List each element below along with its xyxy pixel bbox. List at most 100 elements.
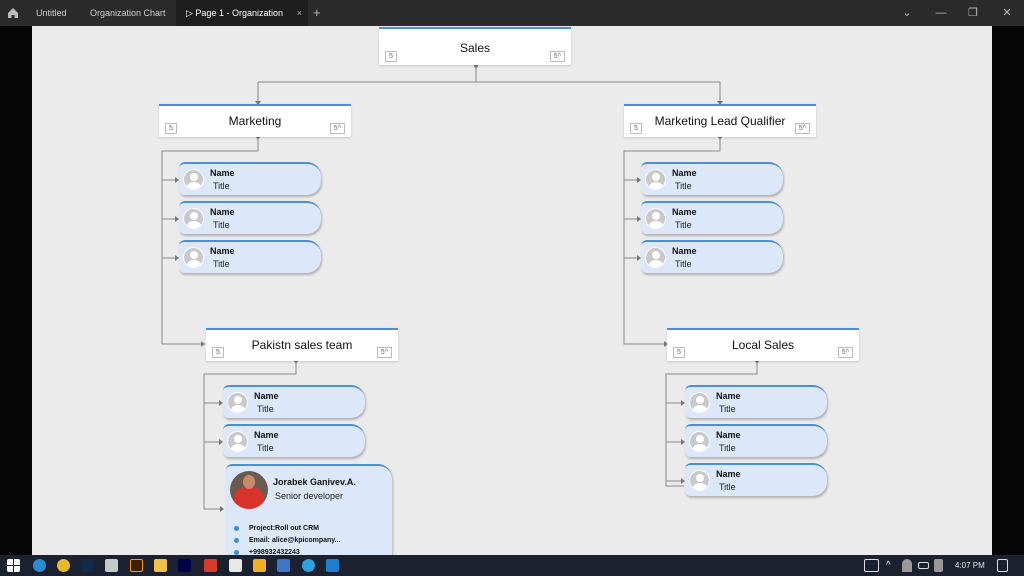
avatar-icon bbox=[227, 392, 248, 413]
featured-employee-card[interactable]: Jorabek Ganivev.A. Senior developer Proj… bbox=[226, 464, 392, 555]
new-tab-button[interactable]: + bbox=[313, 0, 321, 26]
employee-card[interactable]: Name Title bbox=[223, 385, 365, 418]
employee-name: Jorabek Ganivev.A. bbox=[273, 477, 356, 487]
collapse-count-button[interactable]: 5^ bbox=[376, 347, 392, 358]
illustrator-icon[interactable] bbox=[130, 559, 143, 572]
org-chart-canvas[interactable]: Sales 5 5^ Marketing 5 5^ Marketing Lead… bbox=[32, 26, 992, 555]
minimize-button[interactable]: — bbox=[924, 0, 958, 26]
employee-card[interactable]: Name Title bbox=[223, 424, 365, 457]
play-icon: ▷ bbox=[186, 8, 196, 18]
keyboard-icon[interactable] bbox=[864, 559, 879, 572]
employee-card[interactable]: Name Title bbox=[641, 162, 783, 195]
employee-title: Title bbox=[675, 220, 692, 230]
folder-icon[interactable] bbox=[154, 559, 167, 572]
close-tab-icon[interactable]: × bbox=[297, 0, 302, 26]
right-margin bbox=[992, 26, 1024, 555]
app2-icon[interactable] bbox=[229, 559, 242, 572]
detail-project: Project:Roll out CRM bbox=[232, 523, 341, 535]
employee-title: Title bbox=[257, 404, 274, 414]
employee-name: Name bbox=[254, 430, 279, 440]
employee-name: Name bbox=[716, 430, 741, 440]
employee-name: Name bbox=[210, 246, 235, 256]
avatar-icon bbox=[689, 431, 710, 452]
employee-card[interactable]: Name Title bbox=[685, 463, 827, 496]
tab-untitled[interactable]: Untitled bbox=[26, 0, 77, 26]
employee-name: Name bbox=[672, 246, 697, 256]
member-count: 5 bbox=[165, 123, 177, 134]
employee-card[interactable]: Name Title bbox=[685, 385, 827, 418]
employee-name: Name bbox=[716, 469, 741, 479]
employee-name: Name bbox=[716, 391, 741, 401]
dept-node-marketing[interactable]: Marketing 5 5^ bbox=[159, 104, 351, 137]
collapse-count-button[interactable]: 5^ bbox=[837, 347, 853, 358]
employee-card[interactable]: Name Title bbox=[685, 424, 827, 457]
start-icon[interactable] bbox=[7, 559, 20, 572]
employee-title: Title bbox=[213, 220, 230, 230]
avatar-icon bbox=[645, 247, 666, 268]
left-margin bbox=[0, 26, 32, 555]
avatar-icon bbox=[227, 431, 248, 452]
collapse-count-button[interactable]: 5^ bbox=[549, 51, 565, 62]
home-icon[interactable] bbox=[6, 6, 20, 20]
collapse-count-button[interactable]: 5^ bbox=[794, 123, 810, 134]
tab-label: Untitled bbox=[36, 8, 67, 18]
avatar-icon bbox=[689, 470, 710, 491]
employee-card[interactable]: Name Title bbox=[179, 201, 321, 234]
collapse-count-button[interactable]: 5^ bbox=[329, 123, 345, 134]
tab-organization-chart[interactable]: Organization Chart bbox=[80, 0, 176, 26]
avatar-icon bbox=[183, 247, 204, 268]
dept-name: Sales bbox=[459, 41, 491, 55]
battery-icon[interactable] bbox=[918, 562, 929, 569]
chevron-up-icon[interactable]: ^ bbox=[886, 555, 891, 576]
photoshop-icon[interactable] bbox=[81, 559, 94, 572]
close-window-button[interactable]: ✕ bbox=[990, 0, 1024, 26]
edge-icon[interactable] bbox=[33, 559, 46, 572]
employee-card[interactable]: Name Title bbox=[641, 201, 783, 234]
volume-icon[interactable] bbox=[934, 559, 943, 572]
member-count: 5 bbox=[212, 347, 224, 358]
dept-node-local-sales[interactable]: Local Sales 5 5^ bbox=[667, 328, 859, 361]
restore-button[interactable]: ❐ bbox=[956, 0, 990, 26]
avatar-icon bbox=[183, 169, 204, 190]
wifi-icon[interactable] bbox=[902, 559, 912, 572]
employee-card[interactable]: Name Title bbox=[641, 240, 783, 273]
title-bar: Untitled Organization Chart ▷ Page 1 - O… bbox=[0, 0, 1024, 44]
app3-icon[interactable] bbox=[253, 559, 266, 572]
dept-node-marketing-lead-qualifier[interactable]: Marketing Lead Qualifier 5 5^ bbox=[624, 104, 816, 137]
telegram-icon[interactable] bbox=[302, 559, 315, 572]
member-count: 5 bbox=[385, 51, 397, 62]
vscode-icon[interactable] bbox=[326, 559, 339, 572]
dept-name: Marketing Lead Qualifier bbox=[654, 114, 786, 128]
member-count: 5 bbox=[630, 123, 642, 134]
employee-card[interactable]: Name Title bbox=[179, 162, 321, 195]
avatar-icon bbox=[645, 169, 666, 190]
app4-icon[interactable] bbox=[277, 559, 290, 572]
employee-title: Title bbox=[213, 181, 230, 191]
employee-title: Title bbox=[719, 482, 736, 492]
dept-name: Marketing bbox=[228, 114, 282, 128]
dept-name: Pakistn sales team bbox=[251, 338, 353, 352]
employee-photo bbox=[230, 471, 268, 509]
employee-details: Project:Roll out CRM Email: alice@kpicom… bbox=[232, 523, 341, 555]
employee-name: Name bbox=[672, 168, 697, 178]
dept-node-pakistn-sales-team[interactable]: Pakistn sales team 5 5^ bbox=[206, 328, 398, 361]
avatar-icon bbox=[645, 208, 666, 229]
acrobat-icon[interactable] bbox=[204, 559, 217, 572]
avatar-icon bbox=[689, 392, 710, 413]
employee-name: Name bbox=[254, 391, 279, 401]
animate-icon[interactable] bbox=[178, 559, 191, 572]
clock[interactable]: 4:07 PM bbox=[955, 555, 985, 576]
dept-node-sales[interactable]: Sales 5 5^ bbox=[379, 27, 571, 65]
employee-title: Title bbox=[257, 443, 274, 453]
taskbar: ^ 4:07 PM bbox=[0, 555, 1024, 576]
tab-page-1[interactable]: ▷ Page 1 - Organization Chart × bbox=[176, 0, 308, 44]
employee-title: Title bbox=[675, 181, 692, 191]
employee-card[interactable]: Name Title bbox=[179, 240, 321, 273]
employee-title: Title bbox=[675, 259, 692, 269]
notification-icon[interactable] bbox=[997, 559, 1008, 572]
employee-title: Title bbox=[213, 259, 230, 269]
chrome-icon[interactable] bbox=[57, 559, 70, 572]
app-icon[interactable] bbox=[105, 559, 118, 572]
chevron-down-icon[interactable]: ⌄ bbox=[890, 0, 924, 26]
detail-email: Email: alice@kpicompany... bbox=[232, 535, 341, 547]
